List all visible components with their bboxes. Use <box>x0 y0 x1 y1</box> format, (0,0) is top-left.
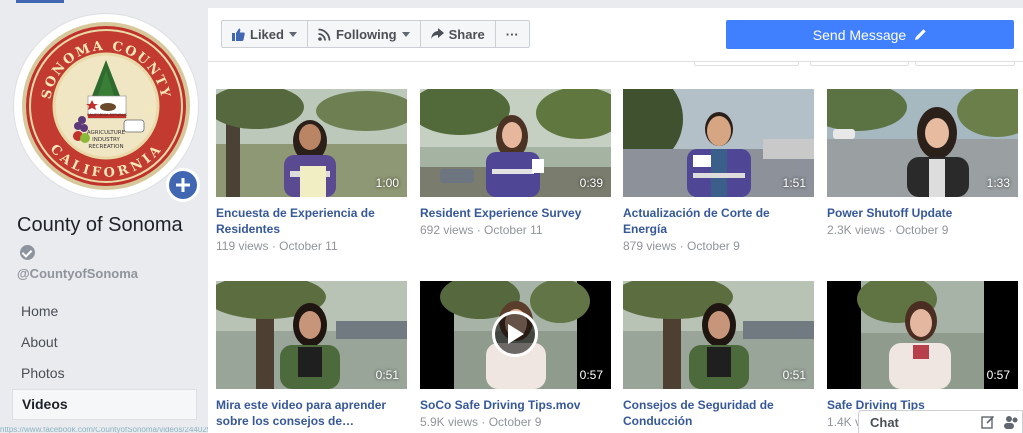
video-date: October 9 <box>895 223 949 237</box>
view-count: 2.3K views <box>827 223 886 237</box>
update-photo-button[interactable] <box>166 168 200 202</box>
video-card[interactable]: 0:57 SoCo Safe Driving Tips.mov 5.9K vie… <box>420 281 611 429</box>
svg-text:INDUSTRY: INDUSTRY <box>92 137 120 143</box>
video-duration: 0:39 <box>579 176 603 190</box>
send-message-button[interactable]: Send Message <box>726 20 1014 49</box>
following-label: Following <box>335 26 397 42</box>
plus-icon <box>176 178 190 192</box>
video-title[interactable]: Resident Experience Survey <box>420 205 611 221</box>
play-icon <box>508 324 524 344</box>
svg-text:RECREATION: RECREATION <box>88 144 123 150</box>
share-button[interactable]: Share <box>419 20 496 48</box>
video-meta: 119 views · October 11 <box>216 239 338 253</box>
contacts-icon[interactable] <box>1004 415 1018 429</box>
video-title[interactable]: SoCo Safe Driving Tips.mov <box>420 397 611 413</box>
view-count: 879 views <box>623 239 677 253</box>
video-thumbnail[interactable]: 0:51 <box>623 281 814 389</box>
page-sidebar: SONOMA COUNTY CALIFORNIA 18 50 CALIFORNI… <box>0 0 249 433</box>
more-icon: ··· <box>505 26 519 42</box>
tab-edge <box>810 62 909 66</box>
video-card[interactable]: 0:51 Mira este video para aprender sobre… <box>216 281 407 429</box>
send-message-label: Send Message <box>812 26 907 43</box>
liked-button[interactable]: Liked <box>221 20 308 48</box>
tab-edge <box>915 62 1015 66</box>
video-thumbnail[interactable]: 0:39 <box>420 89 611 197</box>
video-meta: 2.3K views · October 9 <box>827 223 949 237</box>
video-date: October 11 <box>484 223 543 237</box>
rss-follow-icon <box>318 28 331 41</box>
pencil-icon <box>915 29 926 40</box>
video-card[interactable]: 0:39 Resident Experience Survey 692 view… <box>420 89 611 237</box>
tab-edge <box>694 62 799 66</box>
chat-bar[interactable]: Chat <box>858 410 1023 433</box>
view-count: 1.4K v <box>827 415 862 429</box>
video-duration: 0:51 <box>375 368 399 382</box>
video-grid: 1:00 Encuesta de Experiencia de Resident… <box>208 70 1023 433</box>
svg-text:18: 18 <box>55 105 68 116</box>
chat-icons <box>981 415 1018 429</box>
video-thumbnail[interactable]: 0:57 <box>420 281 611 389</box>
verified-badge-icon <box>20 245 35 261</box>
nav-item-about[interactable]: About <box>12 327 197 358</box>
video-date: October 9 <box>687 239 740 253</box>
page-name-text: County of Sonoma <box>17 214 183 236</box>
video-title[interactable]: Power Shutoff Update <box>827 205 1018 221</box>
svg-text:CALIFORNIA REPUBLIC: CALIFORNIA REPUBLIC <box>87 113 128 117</box>
video-meta: 879 views · October 9 <box>623 239 740 253</box>
following-button[interactable]: Following <box>306 20 421 48</box>
active-indicator <box>16 0 64 3</box>
video-card[interactable]: 1:00 Encuesta de Experiencia de Resident… <box>216 89 407 253</box>
video-duration: 0:57 <box>579 368 603 382</box>
video-date: October 11 <box>279 239 338 253</box>
chat-label: Chat <box>870 414 899 430</box>
video-thumbnail[interactable]: 0:57 <box>827 281 1018 389</box>
video-thumbnail[interactable]: 0:51 <box>216 281 407 389</box>
video-title[interactable]: Mira este video para aprender sobre los … <box>216 397 407 429</box>
page-action-bar: Liked Following Share ··· Send Message <box>208 8 1023 62</box>
svg-text:AGRICULTURE: AGRICULTURE <box>87 130 126 136</box>
scrolled-tab-edges <box>208 62 1023 70</box>
video-title[interactable]: Actualización de Corte de Energía <box>623 205 814 237</box>
video-duration: 1:33 <box>986 176 1010 190</box>
view-count: 5.9K views <box>420 415 479 429</box>
video-thumbnail[interactable]: 1:00 <box>216 89 407 197</box>
video-meta: 692 views · October 11 <box>420 223 543 237</box>
page-nav: Home About Photos Videos <box>12 296 197 420</box>
chevron-down-icon <box>401 31 410 37</box>
county-seal-logo: SONOMA COUNTY CALIFORNIA 18 50 CALIFORNI… <box>22 22 190 190</box>
video-card[interactable]: 0:57 Safe Driving Tips 1.4K v <box>827 281 1018 429</box>
view-count: 119 views <box>216 239 269 253</box>
video-card[interactable]: 1:51 Actualización de Corte de Energía 8… <box>623 89 814 253</box>
video-meta: 5.9K views · October 9 <box>420 415 542 429</box>
liked-label: Liked <box>250 26 284 42</box>
new-message-icon[interactable] <box>981 415 995 429</box>
video-date: October 9 <box>488 415 542 429</box>
video-duration: 0:51 <box>782 368 806 382</box>
nav-item-videos[interactable]: Videos <box>12 389 197 420</box>
thumbs-up-icon <box>232 28 245 41</box>
page-handle[interactable]: @CountyofSonoma <box>17 266 138 281</box>
share-arrow-icon <box>430 28 444 39</box>
share-label: Share <box>448 26 485 42</box>
video-duration: 0:57 <box>986 368 1010 382</box>
nav-item-photos[interactable]: Photos <box>12 358 197 389</box>
video-title[interactable]: Consejos de Seguridad de Conducción <box>623 397 814 429</box>
video-thumbnail[interactable]: 1:51 <box>623 89 814 197</box>
video-card[interactable]: 0:51 Consejos de Seguridad de Conducción <box>623 281 814 429</box>
nav-item-home[interactable]: Home <box>12 296 197 327</box>
action-button-group: Liked Following Share ··· <box>221 20 530 48</box>
video-duration: 1:00 <box>375 176 399 190</box>
more-options-button[interactable]: ··· <box>494 20 530 48</box>
profile-picture[interactable]: SONOMA COUNTY CALIFORNIA 18 50 CALIFORNI… <box>14 14 200 202</box>
chevron-down-icon <box>288 31 297 37</box>
svg-text:50: 50 <box>144 105 157 116</box>
video-card[interactable]: 1:33 Power Shutoff Update 2.3K views · O… <box>827 89 1018 237</box>
video-title[interactable]: Encuesta de Experiencia de Residentes <box>216 205 407 237</box>
video-thumbnail[interactable]: 1:33 <box>827 89 1018 197</box>
view-count: 692 views <box>420 223 474 237</box>
page-title[interactable]: County of Sonoma <box>17 212 197 266</box>
video-duration: 1:51 <box>782 176 806 190</box>
play-button[interactable] <box>492 311 538 357</box>
